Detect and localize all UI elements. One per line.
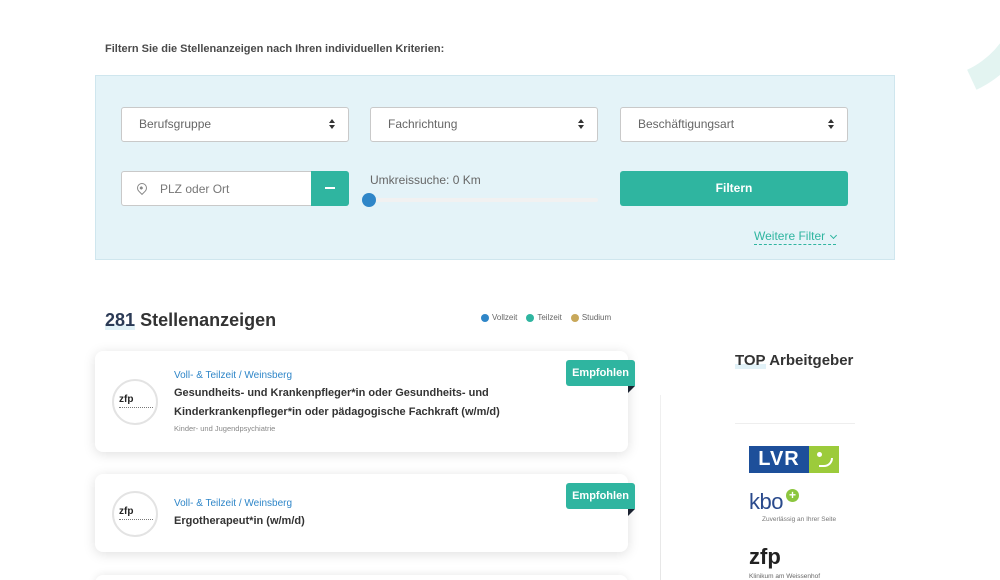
job-card[interactable]: zfp Voll- & Teilzeit / Weinsberg Gesundh… xyxy=(95,351,635,452)
legend-item-vollzeit: Vollzeit xyxy=(481,313,517,322)
select-arrows-icon xyxy=(328,118,336,132)
employer-logo-text: zfp xyxy=(119,393,134,405)
select-arrows-icon xyxy=(577,118,585,132)
location-minus-button[interactable] xyxy=(311,171,349,206)
fachrichtung-select[interactable]: Fachrichtung xyxy=(370,107,598,142)
results-count-number: 281 xyxy=(105,310,136,330)
zfp-logo-text: zfp xyxy=(749,544,781,569)
legend-item-studium: Studium xyxy=(570,313,612,322)
top-employers-heading-bold: TOP xyxy=(735,352,766,369)
employer-logo: zfp xyxy=(112,379,158,425)
job-subtitle: Kinder- und Jugendpsychiatrie xyxy=(174,424,276,433)
sidebar-separator xyxy=(735,423,855,424)
kbo-logo-text: kbo xyxy=(749,489,783,514)
radius-slider-track[interactable] xyxy=(370,198,598,202)
logo-tagline-decoration xyxy=(119,519,153,521)
job-title[interactable]: Ergotherapeut*in (w/m/d) xyxy=(174,512,519,531)
sidebar-divider xyxy=(660,395,661,580)
filter-panel: Berufsgruppe Fachrichtung Beschäftigungs… xyxy=(95,75,895,260)
filter-intro-text: Filtern Sie die Stellenanzeigen nach Ihr… xyxy=(105,43,445,55)
kbo-logo-claim: Zuverlässig an Ihrer Seite xyxy=(762,516,837,523)
zfp-logo-claim: Klinikum am Weissenhof xyxy=(749,573,821,580)
select-arrows-icon xyxy=(827,118,835,132)
more-filters-link[interactable]: Weitere Filter xyxy=(754,229,838,245)
job-title[interactable]: Gesundheits- und Krankenpfleger*in oder … xyxy=(174,384,519,422)
beschaeftigungsart-select-label: Beschäftigungsart xyxy=(638,117,735,131)
location-input[interactable] xyxy=(160,172,310,205)
filter-button[interactable]: Filtern xyxy=(620,171,848,206)
plus-icon: + xyxy=(786,489,799,502)
legend-dot-icon xyxy=(481,313,489,322)
job-meta: Voll- & Teilzeit / Weinsberg xyxy=(174,370,293,381)
fachrichtung-select-label: Fachrichtung xyxy=(388,117,458,131)
logo-tagline-decoration xyxy=(119,407,153,409)
employer-logo-text: zfp xyxy=(119,505,134,517)
berufsgruppe-select-label: Berufsgruppe xyxy=(139,117,212,131)
legend-dot-icon xyxy=(570,313,579,322)
minus-icon xyxy=(325,187,335,189)
radius-label: Umkreissuche: 0 Km xyxy=(370,173,481,187)
legend-label: Studium xyxy=(581,313,612,322)
legend-label: Teilzeit xyxy=(537,313,562,322)
lvr-logo-text: LVR xyxy=(749,446,809,473)
chevron-down-icon xyxy=(830,231,838,240)
zfp-logo[interactable]: zfp Klinikum am Weissenhof xyxy=(749,544,820,580)
recommended-badge: Empfohlen xyxy=(566,360,635,393)
map-pin-icon xyxy=(134,180,150,196)
more-filters-label: Weitere Filter xyxy=(754,229,826,243)
top-employers-heading-rest: Arbeitgeber xyxy=(765,352,854,369)
job-card-partial[interactable] xyxy=(95,575,628,580)
employer-logo: zfp xyxy=(112,491,158,537)
lvr-logo[interactable]: LVR xyxy=(749,446,839,473)
location-field xyxy=(121,171,349,206)
legend-item-teilzeit: Teilzeit xyxy=(526,313,562,322)
job-card[interactable]: zfp Voll- & Teilzeit / Weinsberg Ergothe… xyxy=(95,474,635,552)
kbo-logo[interactable]: kbo + Zuverlässig an Ihrer Seite xyxy=(749,489,836,523)
lvr-logo-face-icon xyxy=(809,446,839,473)
berufsgruppe-select[interactable]: Berufsgruppe xyxy=(121,107,349,142)
top-employers-heading: TOP Arbeitgeber xyxy=(735,352,853,369)
legend-label: Vollzeit xyxy=(492,313,518,322)
legend-dot-icon xyxy=(526,313,535,322)
recommended-badge: Empfohlen xyxy=(566,483,635,516)
results-count-label: Stellenanzeigen xyxy=(140,310,277,330)
radius-slider-handle[interactable] xyxy=(362,193,376,207)
results-count: 281 Stellenanzeigen xyxy=(105,310,276,331)
beschaeftigungsart-select[interactable]: Beschäftigungsart xyxy=(620,107,848,142)
employment-type-legend: Vollzeit Teilzeit Studium xyxy=(481,313,611,322)
job-meta: Voll- & Teilzeit / Weinsberg xyxy=(174,498,293,509)
